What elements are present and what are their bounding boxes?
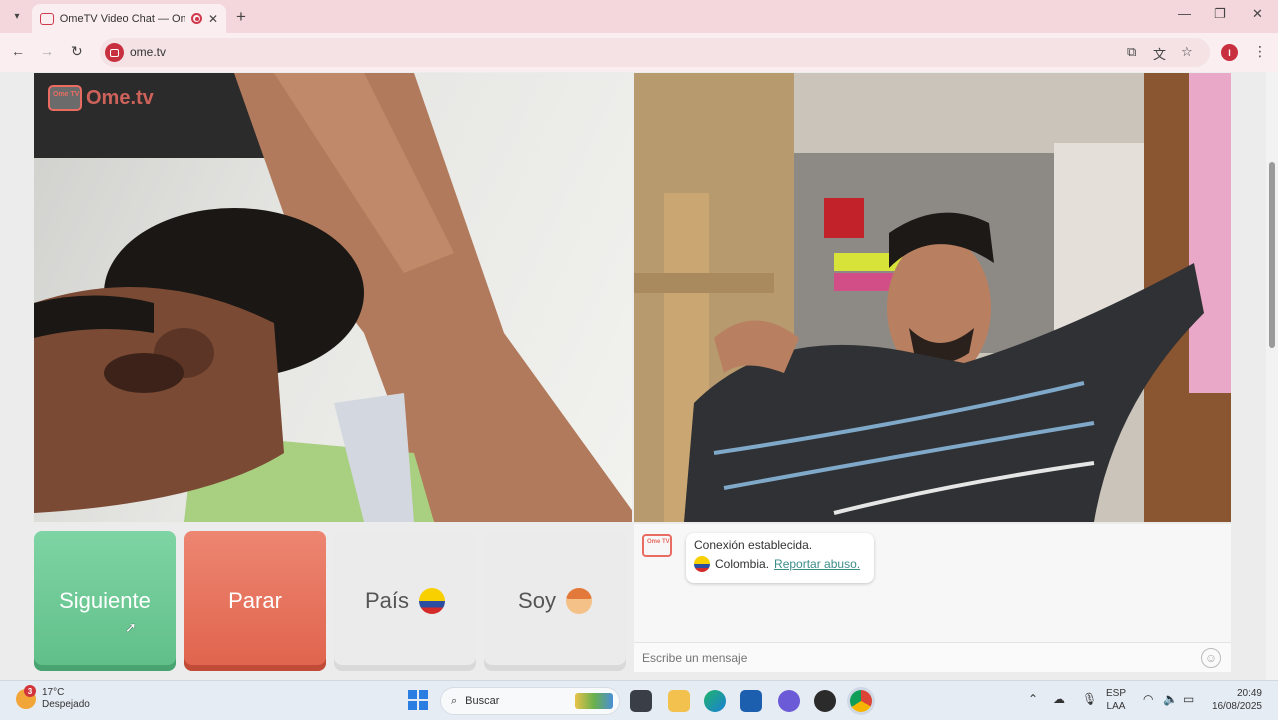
- weather-badge: 3: [24, 685, 36, 697]
- search-highlight-icon: [575, 693, 613, 709]
- gender-button-label: Soy: [518, 588, 556, 613]
- report-abuse-link[interactable]: Reportar abuso.: [774, 557, 860, 571]
- local-video-scene: [34, 73, 632, 522]
- edge-browser-icon[interactable]: [704, 690, 726, 712]
- battery-icon[interactable]: ▭: [1183, 692, 1194, 706]
- mouse-cursor-icon: ➚: [125, 619, 137, 635]
- clock[interactable]: 20:49 16/08/2025: [1208, 687, 1262, 713]
- translate-icon[interactable]: 文: [1153, 44, 1166, 63]
- url-text: ome.tv: [130, 45, 167, 59]
- chat-app-icon[interactable]: [778, 690, 800, 712]
- forward-icon[interactable]: →: [40, 43, 54, 59]
- windows-taskbar: 3 17°C Despejado ⌕ Buscar ⌃ ☁ 🎙 ESP LAA ◠…: [0, 680, 1278, 720]
- system-message-bubble: Conexión establecida. Colombia. Reportar…: [686, 533, 874, 583]
- bookmark-star-icon[interactable]: ☆: [1181, 44, 1193, 60]
- taskbar-search[interactable]: ⌕ Buscar: [440, 687, 620, 715]
- ometv-favicon-icon: [40, 12, 54, 25]
- sun-weather-icon: 3: [16, 685, 36, 709]
- show-hidden-icons-chevron-icon[interactable]: ⌃: [1028, 692, 1038, 706]
- task-view-icon[interactable]: [630, 690, 652, 712]
- language-indicator[interactable]: ESP LAA: [1106, 687, 1126, 713]
- tab-title: OmeTV Video Chat — Omegle: [59, 12, 185, 25]
- gender-button[interactable]: Soy: [484, 531, 626, 671]
- microphone-icon[interactable]: 🎙: [1082, 692, 1097, 706]
- local-video: Ome TV Ome.tv: [34, 73, 632, 522]
- browser-tab-ometv[interactable]: OmeTV Video Chat — Omegle ✕: [32, 4, 226, 33]
- partner-country: Colombia.: [715, 557, 770, 571]
- ometv-logo: Ome TV Ome.tv: [48, 85, 154, 111]
- cast-icon[interactable]: ⧉: [1127, 44, 1136, 60]
- stop-button-label: Parar: [228, 588, 282, 613]
- date: 16/08/2025: [1211, 701, 1262, 712]
- temperature: 17°C: [42, 687, 65, 698]
- boy-emoji-icon: [565, 588, 592, 614]
- back-icon[interactable]: ←: [11, 43, 25, 59]
- store-icon[interactable]: [740, 690, 762, 712]
- tab-strip: ▾ OmeTV Video Chat — Omegle ✕ + — ❐ ✕: [0, 0, 1278, 33]
- remote-video: [634, 73, 1231, 522]
- time: 20:49: [1236, 688, 1262, 699]
- volume-icon[interactable]: 🔈: [1163, 692, 1178, 706]
- page-scrollbar[interactable]: [1266, 72, 1278, 680]
- message-input[interactable]: [642, 649, 1182, 667]
- new-tab-button[interactable]: +: [236, 7, 246, 27]
- browser-toolbar: ← → ↻ ome.tv ⧉ 文 ☆: [0, 33, 1278, 72]
- site-info-icon[interactable]: [105, 43, 124, 62]
- magnifier-icon: ⌕: [451, 694, 458, 707]
- connection-status: Conexión establecida.: [694, 538, 813, 552]
- chrome-icon[interactable]: [850, 690, 872, 712]
- restore-icon[interactable]: ❐: [1214, 6, 1226, 22]
- smiley-icon[interactable]: ☺: [1201, 648, 1221, 668]
- minimize-icon[interactable]: —: [1178, 6, 1191, 21]
- colombia-flag-icon: [419, 588, 446, 614]
- ometv-chat-avatar-icon: Ome TV: [642, 534, 672, 557]
- ometv-tv-icon: Ome TV: [48, 85, 82, 111]
- chat-input-bar: ☺: [634, 642, 1231, 672]
- close-window-icon[interactable]: ✕: [1252, 6, 1263, 22]
- tab-search-chevron-icon[interactable]: ▾: [8, 7, 26, 25]
- next-button[interactable]: Siguiente: [34, 531, 176, 671]
- scrollbar-thumb[interactable]: [1269, 162, 1275, 348]
- country-button-label: País: [364, 588, 410, 613]
- profile-avatar[interactable]: I: [1221, 44, 1238, 61]
- cloud-icon[interactable]: ☁: [1053, 692, 1065, 706]
- windows-start-icon[interactable]: [408, 690, 428, 710]
- browser-menu-icon[interactable]: ⋮: [1253, 43, 1267, 60]
- tab-close-icon[interactable]: ✕: [208, 12, 218, 26]
- weather-widget[interactable]: 3 17°C Despejado: [16, 685, 90, 711]
- stop-button[interactable]: Parar: [184, 531, 326, 671]
- next-button-label: Siguiente: [59, 588, 151, 613]
- recording-indicator-icon: [191, 13, 202, 24]
- chat-panel: Ome TV Conexión establecida. Colombia. R…: [634, 524, 1231, 672]
- country-button[interactable]: País: [334, 531, 476, 671]
- address-bar[interactable]: ome.tv ⧉ 文 ☆: [100, 38, 1210, 67]
- wifi-icon[interactable]: ◠: [1143, 692, 1153, 706]
- weather-condition: Despejado: [42, 699, 90, 710]
- ometv-logo-text: Ome.tv: [86, 86, 154, 109]
- reload-icon[interactable]: ↻: [71, 43, 83, 60]
- colombia-flag-small-icon: [694, 556, 710, 572]
- search-label: Buscar: [465, 695, 500, 707]
- file-explorer-icon[interactable]: [668, 690, 690, 712]
- media-app-icon[interactable]: [814, 690, 836, 712]
- remote-video-scene: [634, 73, 1231, 522]
